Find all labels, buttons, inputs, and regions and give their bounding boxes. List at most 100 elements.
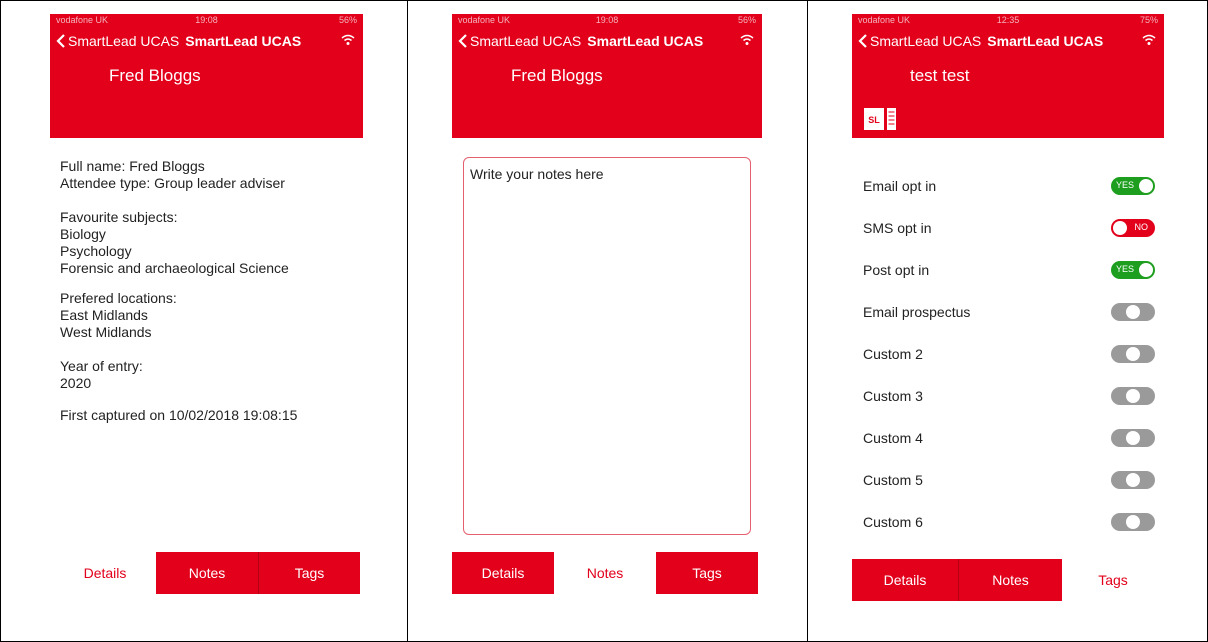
tag-row: Post opt in YES: [863, 258, 1163, 282]
clock-label: 19:08: [195, 15, 218, 25]
tag-label: Post opt in: [863, 262, 930, 278]
notes-header: vodafone UK 19:08 56% SmartLead UCAS Sma…: [452, 14, 762, 138]
tag-toggle[interactable]: NO: [1111, 219, 1155, 237]
chevron-left-icon: [458, 34, 467, 48]
status-bar: vodafone UK 19:08 56%: [452, 14, 762, 26]
tab-notes[interactable]: Notes: [554, 552, 656, 594]
tag-toggle[interactable]: [1111, 429, 1155, 447]
nav-title: SmartLead UCAS: [587, 33, 704, 49]
tag-label: Custom 3: [863, 388, 923, 404]
tab-notes[interactable]: Notes: [156, 552, 258, 594]
battery-label: 75%: [1139, 15, 1158, 25]
tag-toggle[interactable]: YES: [1111, 261, 1155, 279]
border-divider-1: [407, 0, 408, 642]
battery-label: 56%: [737, 15, 756, 25]
favourite-subjects: Favourite subjects: Biology Psychology F…: [60, 209, 289, 277]
back-button[interactable]: SmartLead UCAS: [852, 33, 981, 49]
tab-details[interactable]: Details: [54, 552, 156, 594]
first-captured: First captured on 10/02/2018 19:08:15: [60, 407, 297, 424]
toggle-knob: [1126, 389, 1140, 403]
clock-label: 19:08: [595, 15, 619, 25]
contact-name: test test: [910, 66, 970, 85]
tag-toggle[interactable]: [1111, 303, 1155, 321]
chevron-left-icon: [56, 34, 65, 48]
clock-label: 12:35: [996, 15, 1020, 25]
attendee-name: Fred Bloggs: [511, 66, 603, 85]
locations-heading: Prefered locations:: [60, 290, 177, 306]
tab-bar: Details Notes Tags: [54, 552, 360, 594]
battery-label: 56%: [338, 15, 357, 25]
toggle-knob: [1139, 179, 1153, 193]
toggle-knob: [1126, 347, 1140, 361]
toggle-state-text: NO: [1134, 222, 1149, 232]
tag-row: Custom 4: [863, 426, 1163, 450]
wifi-icon: [1142, 34, 1156, 45]
toggle-state-text: YES: [1116, 180, 1135, 190]
toggle-knob: [1113, 221, 1127, 235]
attendee-name: Fred Bloggs: [109, 66, 201, 85]
location-item: East Midlands: [60, 307, 148, 323]
tag-label: Custom 5: [863, 472, 923, 488]
tag-label: Email opt in: [863, 178, 937, 194]
tag-toggle[interactable]: [1111, 471, 1155, 489]
tag-row: Custom 6: [863, 510, 1163, 534]
notes-textarea[interactable]: Write your notes here: [463, 157, 751, 535]
toggle-state-text: YES: [1116, 264, 1135, 274]
smartlead-app-icon: SL: [864, 108, 896, 130]
tab-bar: Details Notes Tags: [852, 559, 1164, 601]
tag-toggle[interactable]: [1111, 387, 1155, 405]
nav-bar: SmartLead UCAS SmartLead UCAS: [50, 30, 363, 52]
toggle-knob: [1126, 515, 1140, 529]
tag-label: Email prospectus: [863, 304, 971, 320]
tag-row: Email prospectus: [863, 300, 1163, 324]
tag-label: SMS opt in: [863, 220, 932, 236]
preferred-locations: Prefered locations: East Midlands West M…: [60, 290, 177, 341]
tag-toggle[interactable]: [1111, 513, 1155, 531]
tag-label: Custom 6: [863, 514, 923, 530]
subjects-heading: Favourite subjects:: [60, 209, 178, 225]
tag-row: Custom 2: [863, 342, 1163, 366]
tag-row: Email opt in YES: [863, 174, 1163, 198]
back-label: SmartLead UCAS: [470, 33, 582, 49]
tab-details[interactable]: Details: [852, 559, 958, 601]
tag-row: Custom 5: [863, 468, 1163, 492]
full-name: Full name: Fred Bloggs: [60, 158, 205, 174]
tab-tags[interactable]: Tags: [258, 552, 360, 594]
back-label: SmartLead UCAS: [870, 33, 982, 49]
nav-title: SmartLead UCAS: [987, 33, 1104, 49]
border-divider-2: [807, 0, 808, 642]
subject-item: Forensic and archaeological Science: [60, 260, 289, 276]
captured-text: First captured on 10/02/2018 19:08:15: [60, 407, 298, 423]
status-bar: vodafone UK 12:35 75%: [852, 14, 1164, 26]
chevron-left-icon: [858, 34, 867, 48]
nav-title: SmartLead UCAS: [185, 33, 302, 49]
tab-tags[interactable]: Tags: [656, 552, 758, 594]
tab-tags[interactable]: Tags: [1062, 559, 1164, 601]
tab-bar: Details Notes Tags: [452, 552, 758, 594]
border-left: [0, 0, 1, 642]
attendee-type: Attendee type: Group leader adviser: [60, 175, 285, 191]
back-button[interactable]: SmartLead UCAS: [50, 33, 179, 49]
nav-bar: SmartLead UCAS SmartLead UCAS: [852, 30, 1164, 52]
app-icon-text: SL: [868, 115, 880, 125]
back-label: SmartLead UCAS: [68, 33, 180, 49]
year-heading: Year of entry:: [60, 358, 143, 374]
tag-toggle[interactable]: YES: [1111, 177, 1155, 195]
toggle-knob: [1126, 305, 1140, 319]
tag-label: Custom 4: [863, 430, 923, 446]
details-header: vodafone UK 19:08 56% SmartLead UCAS Sma…: [50, 14, 363, 138]
attendee-details: Full name: Fred Bloggs Attendee type: Gr…: [60, 158, 285, 192]
tab-notes[interactable]: Notes: [958, 559, 1062, 601]
tab-details[interactable]: Details: [452, 552, 554, 594]
subject-item: Biology: [60, 226, 106, 242]
tag-label: Custom 2: [863, 346, 923, 362]
notes-placeholder: Write your notes here: [470, 166, 604, 182]
screenshot-frame: vodafone UK 19:08 56% SmartLead UCAS Sma…: [0, 0, 1208, 642]
toggle-knob: [1126, 431, 1140, 445]
toggle-knob: [1126, 473, 1140, 487]
year-value: 2020: [60, 375, 92, 391]
wifi-icon: [740, 34, 754, 45]
subject-item: Psychology: [60, 243, 132, 259]
tag-toggle[interactable]: [1111, 345, 1155, 363]
back-button[interactable]: SmartLead UCAS: [452, 33, 581, 49]
